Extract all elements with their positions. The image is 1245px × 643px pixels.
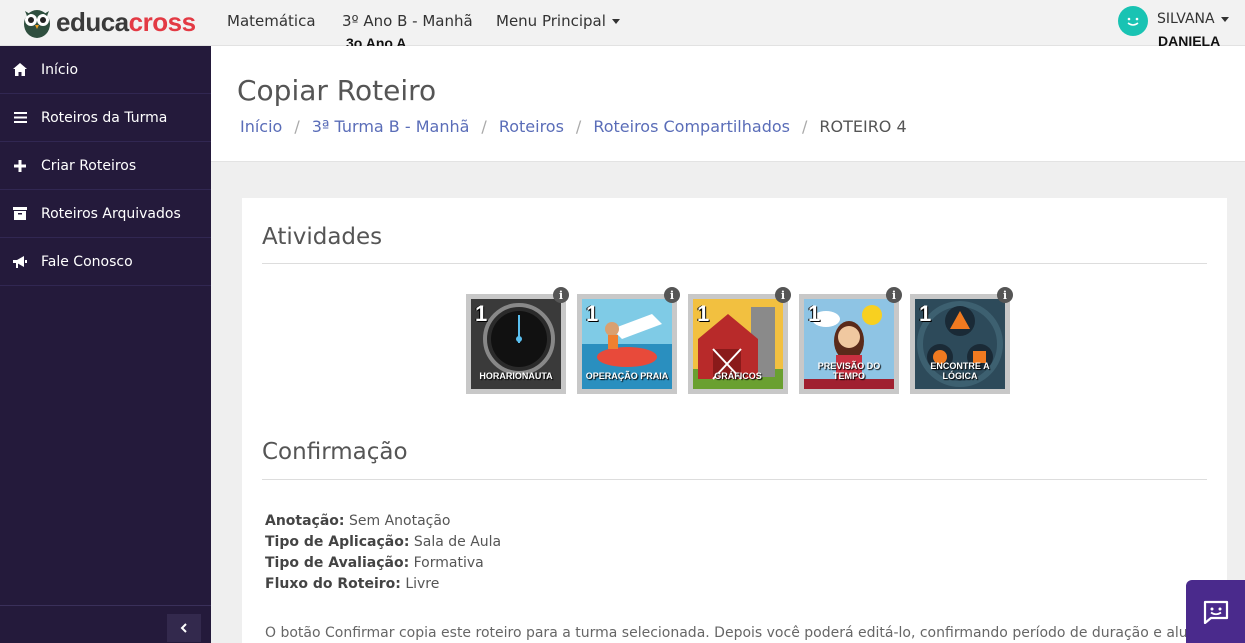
confirmation-field: Tipo de Aplicação: Sala de Aula	[265, 532, 501, 553]
archive-icon	[12, 206, 28, 222]
field-key: Tipo de Aplicação:	[265, 534, 410, 550]
activity-number: 1	[697, 301, 710, 326]
activity-number: 1	[475, 301, 488, 326]
field-key: Tipo de Avaliação:	[265, 555, 410, 571]
breadcrumb: Início / 3ª Turma B - Manhã / Roteiros /…	[240, 117, 907, 136]
owl-logo-icon	[24, 10, 50, 38]
activity-thumbnail: 1 OPERAÇÃO PRAIA	[582, 299, 672, 389]
activity-label: PREVISÃO DO TEMPO	[817, 361, 881, 381]
sidebar-item-fale-conosco[interactable]: Fale Conosco	[0, 238, 211, 286]
confirmation-title: Confirmação	[262, 439, 408, 465]
activities-title: Atividades	[262, 224, 383, 250]
sidebar-collapse-button[interactable]	[167, 614, 201, 642]
nav-main-menu[interactable]: Menu Principal	[496, 12, 620, 30]
activity-card[interactable]: 1 PREVISÃO DO TEMPO i	[799, 287, 902, 394]
sidebar-item-roteiros-arquivados[interactable]: Roteiros Arquivados	[0, 190, 211, 238]
activity-thumbnail: 1 HORARIONAUTA	[471, 299, 561, 389]
field-value: Formativa	[413, 555, 484, 571]
info-icon[interactable]: i	[775, 287, 791, 303]
info-icon[interactable]: i	[997, 287, 1013, 303]
nav-class[interactable]: 3º Ano B - Manhã	[342, 12, 473, 30]
breadcrumb-link-inicio[interactable]: Início	[240, 117, 282, 136]
breadcrumb-link-turma[interactable]: 3ª Turma B - Manhã	[312, 117, 470, 136]
activity-card[interactable]: 1 ENCONTRE A LÓGICA i	[910, 287, 1013, 394]
caret-down-icon	[611, 19, 620, 24]
activity-number: 1	[919, 301, 932, 326]
field-value: Sala de Aula	[413, 534, 502, 550]
breadcrumb-link-compartilhados[interactable]: Roteiros Compartilhados	[593, 117, 790, 136]
user-avatar[interactable]	[1118, 6, 1148, 36]
breadcrumb-separator: /	[294, 117, 300, 136]
user-menu[interactable]: SILVANA	[1157, 11, 1229, 27]
activity-label: HORARIONAUTA	[479, 371, 553, 381]
sidebar-item-label: Início	[41, 61, 79, 78]
page-header: Copiar Roteiro Início / 3ª Turma B - Man…	[211, 46, 1245, 162]
confirmation-field: Anotação: Sem Anotação	[265, 511, 501, 532]
sidebar-item-criar-roteiros[interactable]: Criar Roteiros	[0, 142, 211, 190]
breadcrumb-separator: /	[481, 117, 487, 136]
activity-thumbnail: 1 PREVISÃO DO TEMPO	[804, 299, 894, 389]
activity-number: 1	[808, 301, 821, 326]
activity-thumbnail: 1 ENCONTRE A LÓGICA	[915, 299, 1005, 389]
activity-label: GRÁFICOS	[714, 371, 762, 381]
breadcrumb-separator: /	[801, 117, 808, 136]
activity-thumbnail: 1 GRÁFICOS	[693, 299, 783, 389]
activities-list: 1 HORARIONAUTA i 1 OPERAÇÃO PRAIA i 1 GR…	[466, 287, 1013, 394]
info-icon[interactable]: i	[886, 287, 902, 303]
nav-subject[interactable]: Matemática	[227, 12, 316, 30]
logo-text-cross: cross	[128, 6, 196, 37]
top-bar: educacross Matemática 3º Ano B - Manhã 3…	[0, 0, 1245, 51]
smile-icon	[1127, 17, 1139, 26]
field-key: Anotação:	[265, 513, 345, 529]
plus-icon	[12, 158, 28, 174]
activity-card[interactable]: 1 HORARIONAUTA i	[466, 287, 569, 394]
content-card: Atividades 1 HORARIONAUTA i 1 OPERAÇÃO P…	[242, 198, 1227, 643]
activity-label: ENCONTRE A LÓGICA	[930, 361, 990, 381]
activity-label: OPERAÇÃO PRAIA	[585, 371, 669, 381]
divider	[262, 479, 1207, 480]
sidebar-item-label: Roteiros da Turma	[41, 109, 168, 126]
breadcrumb-link-roteiros[interactable]: Roteiros	[499, 117, 564, 136]
logo[interactable]: educacross	[22, 4, 196, 40]
field-value: Sem Anotação	[348, 513, 451, 529]
chevron-left-icon	[180, 623, 187, 633]
sidebar-item-inicio[interactable]: Início	[0, 46, 211, 94]
chat-icon	[1203, 600, 1228, 624]
confirmation-details: Anotação: Sem Anotação Tipo de Aplicação…	[265, 511, 501, 595]
sidebar-item-label: Roteiros Arquivados	[41, 205, 181, 222]
breadcrumb-separator: /	[575, 117, 582, 136]
page-title: Copiar Roteiro	[237, 74, 437, 107]
confirmation-note: O botão Confirmar copia este roteiro par…	[265, 625, 1205, 641]
sidebar-item-label: Fale Conosco	[41, 253, 133, 270]
sidebar-item-roteiros-turma[interactable]: Roteiros da Turma	[0, 94, 211, 142]
sidebar-footer	[0, 605, 211, 643]
field-value: Livre	[405, 576, 440, 592]
info-icon[interactable]: i	[553, 287, 569, 303]
list-icon	[12, 110, 28, 126]
caret-down-icon	[1220, 16, 1229, 22]
info-icon[interactable]: i	[664, 287, 680, 303]
nav-main-menu-label: Menu Principal	[496, 12, 606, 30]
sidebar-item-label: Criar Roteiros	[41, 157, 137, 174]
activity-card[interactable]: 1 OPERAÇÃO PRAIA i	[577, 287, 680, 394]
chat-button[interactable]	[1186, 580, 1245, 643]
field-key: Fluxo do Roteiro:	[265, 576, 401, 592]
logo-text-edu: educa	[56, 6, 129, 37]
breadcrumb-current: ROTEIRO 4	[819, 117, 907, 136]
confirmation-field: Tipo de Avaliação: Formativa	[265, 553, 501, 574]
megaphone-icon	[12, 254, 28, 270]
user-name: SILVANA	[1157, 11, 1215, 27]
sidebar: Início Roteiros da Turma Criar Roteiros …	[0, 46, 211, 643]
activity-number: 1	[586, 301, 599, 326]
activity-card[interactable]: 1 GRÁFICOS i	[688, 287, 791, 394]
divider	[262, 263, 1207, 264]
home-icon	[12, 62, 28, 78]
logo-text: educacross	[56, 7, 196, 38]
confirmation-field: Fluxo do Roteiro: Livre	[265, 574, 501, 595]
